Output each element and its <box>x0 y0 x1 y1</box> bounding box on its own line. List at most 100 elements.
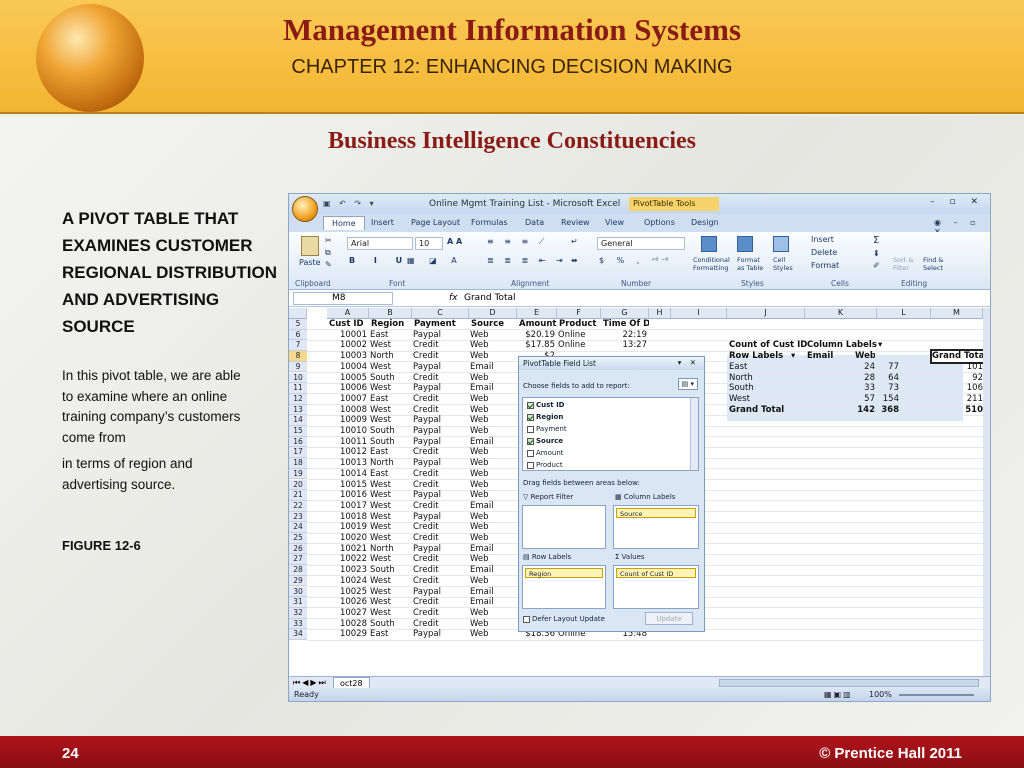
data-cell[interactable]: West <box>370 533 410 544</box>
data-cell[interactable]: 10028 <box>328 619 367 630</box>
pivot-email-value[interactable]: 57 <box>835 394 875 405</box>
data-cell[interactable]: South <box>370 565 410 576</box>
pivot-total-value[interactable]: 211 <box>933 394 983 405</box>
data-cell[interactable]: Email <box>470 597 515 608</box>
row-header[interactable]: 24 <box>289 522 307 533</box>
sheet-nav-icons[interactable]: ⏮◀▶⏭ <box>293 678 328 688</box>
data-cell[interactable]: 10022 <box>328 554 367 565</box>
data-cell[interactable]: Web <box>470 351 515 362</box>
data-cell[interactable]: 10020 <box>328 533 367 544</box>
row-labels-area[interactable]: Region <box>522 565 606 609</box>
data-cell[interactable]: West <box>370 480 410 491</box>
data-cell[interactable]: Web <box>470 458 515 469</box>
fx-icon[interactable]: fx <box>449 293 458 303</box>
field-item[interactable]: Amount <box>527 449 564 457</box>
source-field-pill[interactable]: Source <box>616 508 696 518</box>
pivot-title-cell[interactable]: Count of Cust ID <box>729 340 807 351</box>
data-cell[interactable]: Email <box>470 383 515 394</box>
field-item[interactable]: Region <box>527 413 563 421</box>
data-cell[interactable]: Credit <box>413 554 467 565</box>
data-cell[interactable]: Credit <box>413 469 467 480</box>
data-cell[interactable]: Credit <box>413 351 467 362</box>
data-cell[interactable]: 10012 <box>328 447 367 458</box>
column-header[interactable]: I <box>671 308 727 319</box>
data-cell[interactable]: Credit <box>413 576 467 587</box>
row-header[interactable]: 20 <box>289 479 307 491</box>
data-cell[interactable]: Web <box>470 469 515 480</box>
data-cell[interactable]: West <box>370 383 410 394</box>
column-title-cell[interactable]: Payment <box>414 319 469 330</box>
column-header[interactable]: L <box>877 308 931 319</box>
data-cell[interactable]: Paypal <box>413 490 467 501</box>
data-cell[interactable]: Web <box>470 608 515 619</box>
data-cell[interactable]: Web <box>470 330 515 341</box>
tab-page-layout[interactable]: Page Layout <box>411 218 460 227</box>
data-cell[interactable]: East <box>370 469 410 480</box>
data-cell[interactable]: Credit <box>413 597 467 608</box>
horizontal-align-icons[interactable]: ≣ ≣ ≣ ⇤ ⇥ <box>487 256 567 265</box>
data-cell[interactable]: Online <box>558 330 599 341</box>
column-title-cell[interactable]: Cust ID <box>329 319 369 330</box>
data-cell[interactable]: $20.19 <box>518 330 555 341</box>
data-cell[interactable]: West <box>370 501 410 512</box>
tab-view[interactable]: View <box>605 218 624 227</box>
format-painter-icon[interactable]: ✎ <box>325 260 332 269</box>
column-header[interactable]: E <box>517 308 557 319</box>
row-header[interactable]: 13 <box>289 404 307 416</box>
data-cell[interactable]: Paypal <box>413 458 467 469</box>
column-header[interactable]: J <box>727 308 805 319</box>
row-header[interactable]: 18 <box>289 458 307 469</box>
data-cell[interactable]: Paypal <box>413 629 467 640</box>
format-as-table-icon[interactable] <box>737 236 753 252</box>
pivot-row-label[interactable]: West <box>729 394 789 405</box>
data-cell[interactable]: Paypal <box>413 512 467 523</box>
data-cell[interactable]: Paypal <box>413 544 467 555</box>
row-header[interactable]: 30 <box>289 586 307 598</box>
data-cell[interactable]: Online <box>558 340 599 351</box>
pivot-row-labels[interactable]: Row Labels <box>729 351 789 362</box>
data-cell[interactable]: West <box>370 522 410 533</box>
data-cell[interactable]: Credit <box>413 522 467 533</box>
field-checkbox[interactable] <box>527 413 534 421</box>
column-header[interactable]: B <box>369 308 412 319</box>
data-cell[interactable]: Web <box>470 426 515 437</box>
data-cell[interactable]: Web <box>470 533 515 544</box>
row-header[interactable]: 7 <box>289 340 307 352</box>
data-cell[interactable]: 10018 <box>328 512 367 523</box>
row-header[interactable]: 26 <box>289 543 307 555</box>
font-name-select[interactable]: Arial <box>347 237 413 250</box>
vertical-scrollbar[interactable] <box>983 308 990 676</box>
data-cell[interactable]: 10023 <box>328 565 367 576</box>
values-area[interactable]: Count of Cust ID <box>613 565 699 609</box>
data-cell[interactable]: South <box>370 373 410 384</box>
field-checkbox[interactable] <box>527 401 534 409</box>
autosum-icon[interactable]: Σ <box>873 235 879 246</box>
row-header[interactable]: 14 <box>289 415 307 426</box>
column-header[interactable]: M <box>931 308 983 319</box>
horizontal-scrollbar[interactable] <box>719 679 979 687</box>
data-cell[interactable]: Email <box>470 362 515 373</box>
pivot-row-label[interactable]: South <box>729 383 789 394</box>
row-header[interactable]: 5 <box>289 319 307 330</box>
cell-styles-icon[interactable] <box>773 236 789 252</box>
copy-icon[interactable]: ⧉ <box>325 248 331 258</box>
data-cell[interactable]: Paypal <box>413 437 467 448</box>
data-cell[interactable]: East <box>370 629 410 640</box>
data-cell[interactable]: West <box>370 362 410 373</box>
zoom-slider[interactable] <box>899 694 974 696</box>
data-cell[interactable]: 10009 <box>328 415 367 426</box>
data-cell[interactable]: Paypal <box>413 426 467 437</box>
data-cell[interactable]: South <box>370 619 410 630</box>
paste-button[interactable]: Paste <box>299 258 321 267</box>
tab-insert[interactable]: Insert <box>371 218 394 227</box>
data-cell[interactable]: 10013 <box>328 458 367 469</box>
data-cell[interactable]: Credit <box>413 533 467 544</box>
data-cell[interactable]: 10025 <box>328 587 367 598</box>
data-cell[interactable]: West <box>370 512 410 523</box>
pivot-web-value[interactable]: 64 <box>875 373 899 384</box>
data-cell[interactable]: 10029 <box>328 629 367 640</box>
tab-formulas[interactable]: Formulas <box>471 218 508 227</box>
window-controls[interactable]: – ▫ ✕ <box>930 197 984 207</box>
pivot-grand-total-label[interactable]: Grand Total <box>729 405 789 416</box>
fill-icon[interactable]: ⬇ <box>873 249 880 258</box>
